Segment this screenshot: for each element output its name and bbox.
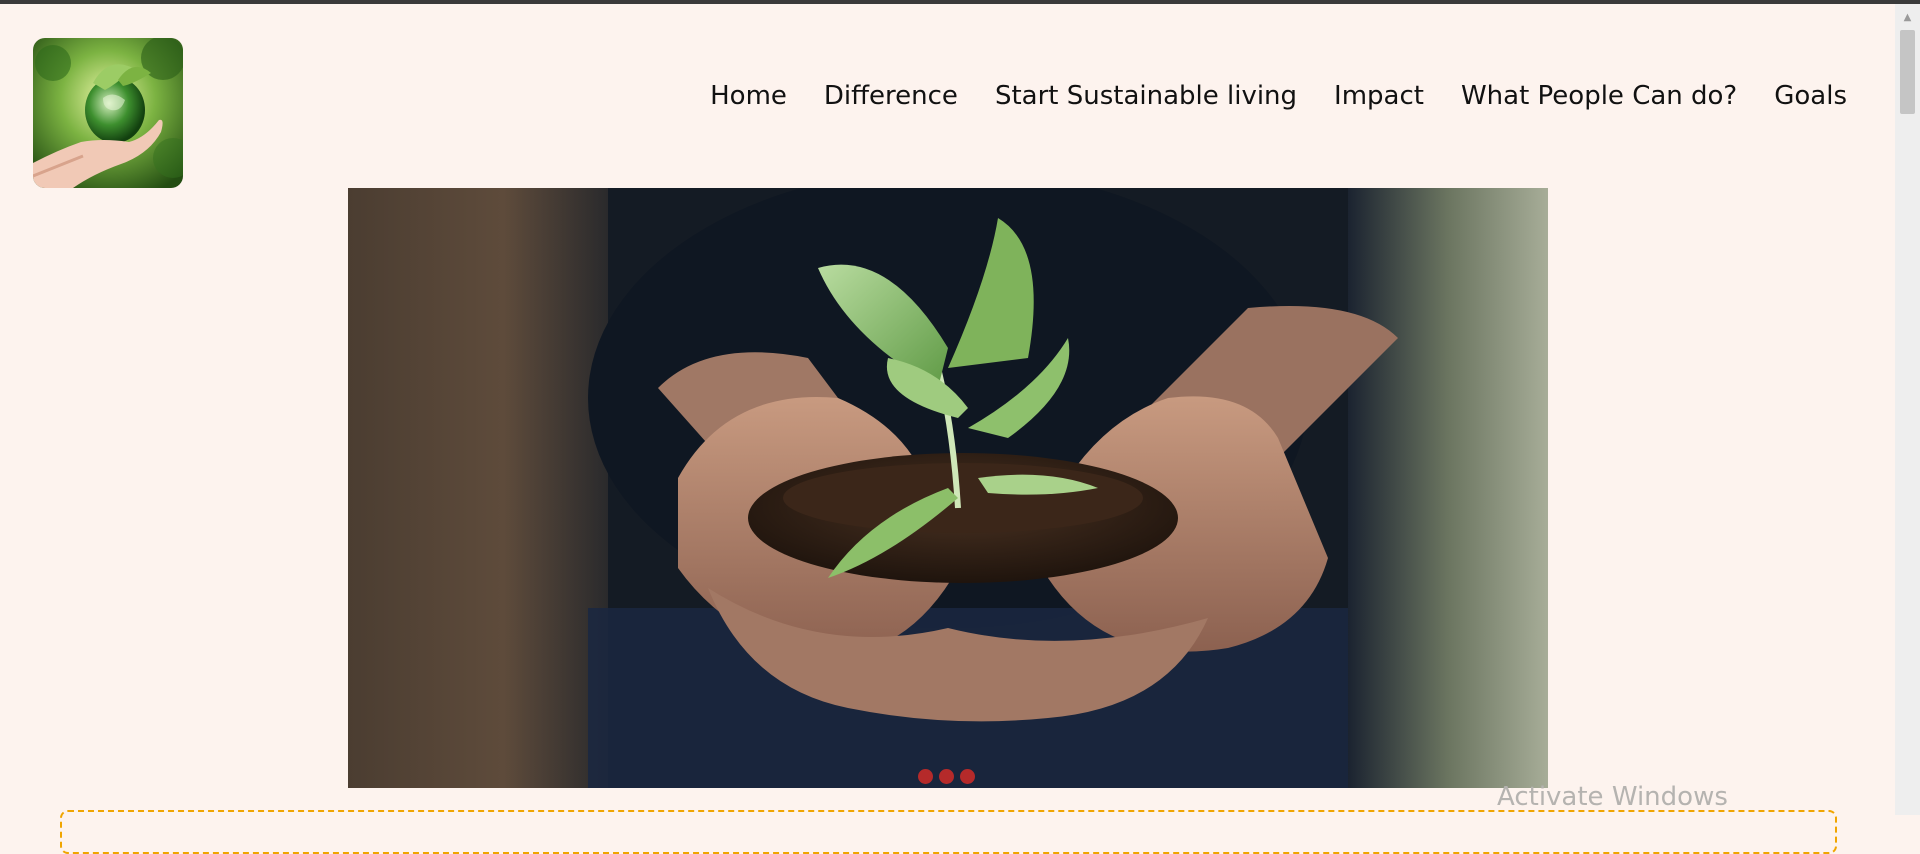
nav-item-what-people-can-do[interactable]: What People Can do?	[1461, 81, 1737, 111]
carousel-dot[interactable]	[918, 769, 933, 784]
scroll-up-arrow-icon[interactable]: ▲	[1895, 12, 1920, 24]
nav-item-difference[interactable]: Difference	[824, 81, 958, 111]
content-section-border	[60, 810, 1837, 854]
scroll-thumb[interactable]	[1900, 30, 1915, 114]
hands-seedling-image	[348, 188, 1548, 788]
nav-item-start-sustainable-living[interactable]: Start Sustainable living	[995, 81, 1297, 111]
nav-item-home[interactable]: Home	[710, 81, 787, 111]
vertical-scrollbar[interactable]: ▲	[1895, 4, 1920, 815]
hero-carousel[interactable]	[348, 188, 1548, 788]
site-logo[interactable]	[33, 38, 183, 188]
main-nav: Home Difference Start Sustainable living…	[710, 76, 1847, 116]
nav-item-impact[interactable]: Impact	[1334, 81, 1424, 111]
globe-in-hand-logo-icon	[33, 38, 183, 188]
activate-windows-watermark: Activate Windows	[1497, 782, 1728, 812]
carousel-dot[interactable]	[939, 769, 954, 784]
carousel-dots	[918, 769, 975, 784]
nav-item-goals[interactable]: Goals	[1774, 81, 1847, 111]
window-top-border	[0, 0, 1920, 4]
carousel-dot[interactable]	[960, 769, 975, 784]
